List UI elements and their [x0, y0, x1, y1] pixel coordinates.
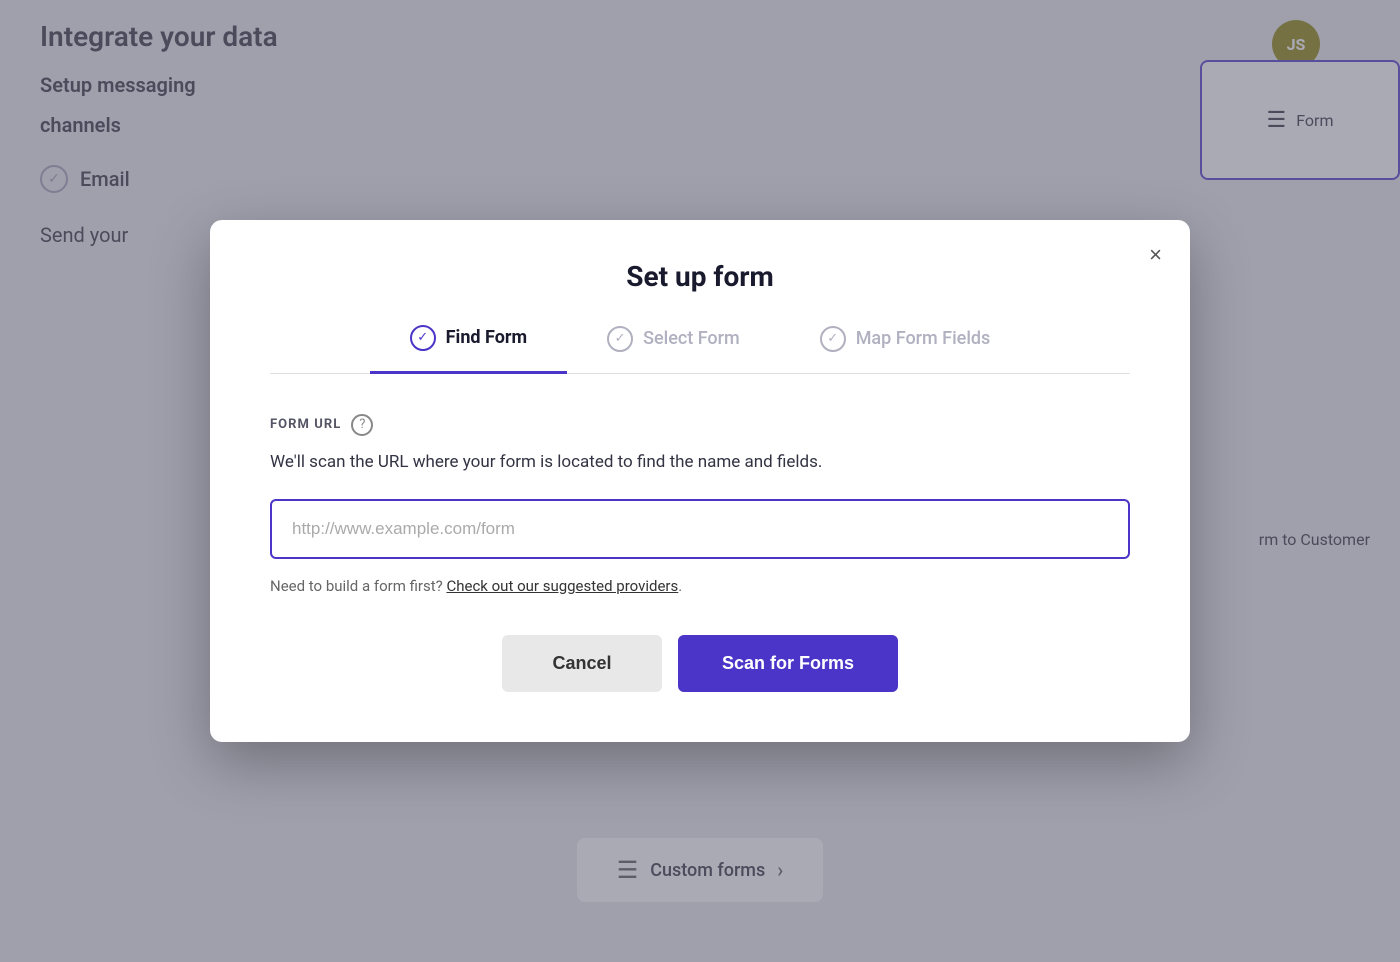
- step-map-form-fields[interactable]: ✓ Map Form Fields: [780, 326, 1031, 372]
- cancel-button[interactable]: Cancel: [502, 635, 662, 692]
- modal-title: Set up form: [270, 260, 1130, 293]
- field-description: We'll scan the URL where your form is lo…: [270, 450, 1130, 476]
- select-form-label: Select Form: [643, 328, 740, 349]
- scan-for-forms-button[interactable]: Scan for Forms: [678, 635, 898, 692]
- providers-link[interactable]: Check out our suggested providers: [446, 577, 678, 595]
- modal-overlay: × Set up form ✓ Find Form ✓ Select Form …: [0, 0, 1400, 962]
- setup-form-modal: × Set up form ✓ Find Form ✓ Select Form …: [210, 220, 1190, 743]
- form-content: FORM URL ? We'll scan the URL where your…: [270, 374, 1130, 693]
- form-url-label: FORM URL: [270, 417, 341, 432]
- map-form-check-icon: ✓: [820, 326, 846, 352]
- providers-text: Need to build a form first? Check out ou…: [270, 577, 1130, 595]
- steps-nav: ✓ Find Form ✓ Select Form ✓ Map Form Fie…: [270, 325, 1130, 374]
- find-form-check-icon: ✓: [410, 325, 436, 351]
- find-form-label: Find Form: [446, 327, 527, 348]
- select-form-check-icon: ✓: [607, 326, 633, 352]
- help-icon[interactable]: ?: [351, 414, 373, 436]
- step-find-form[interactable]: ✓ Find Form: [370, 325, 567, 374]
- button-row: Cancel Scan for Forms: [270, 635, 1130, 692]
- map-form-label: Map Form Fields: [856, 328, 991, 349]
- close-button[interactable]: ×: [1149, 244, 1162, 266]
- field-label-row: FORM URL ?: [270, 414, 1130, 436]
- step-select-form[interactable]: ✓ Select Form: [567, 326, 780, 372]
- url-input[interactable]: [270, 499, 1130, 559]
